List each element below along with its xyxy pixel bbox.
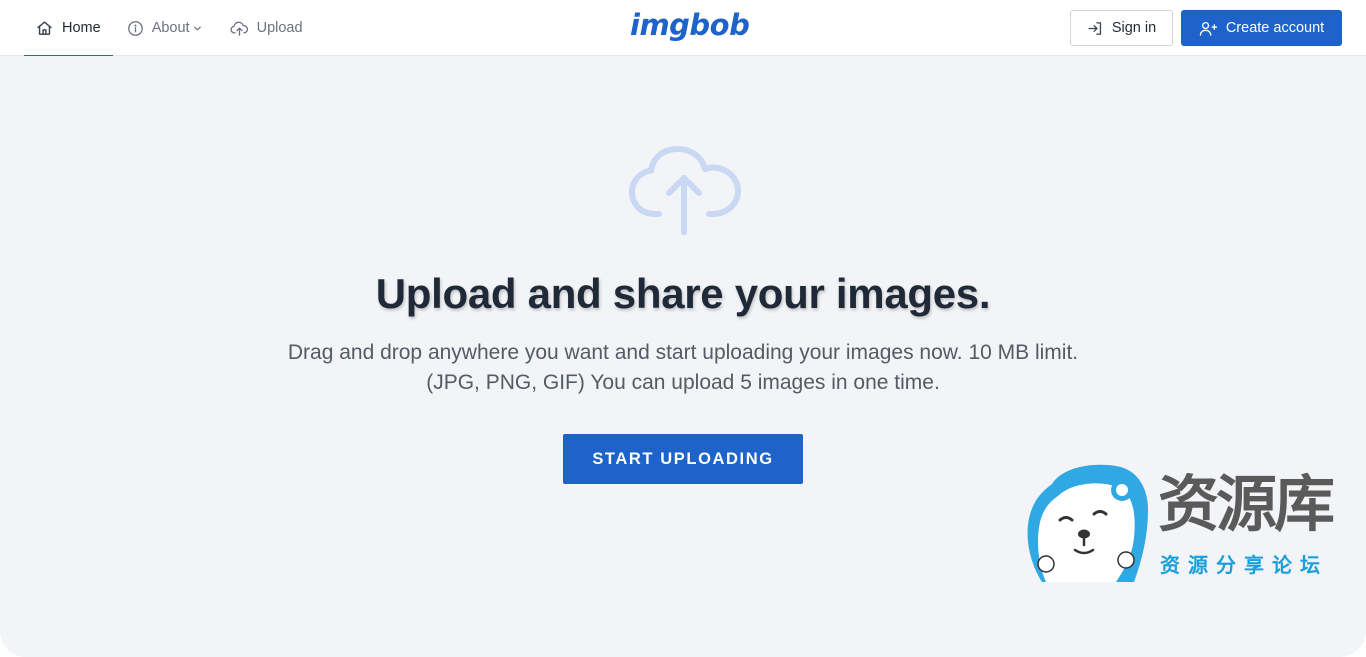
nav-home-label: Home — [62, 20, 101, 36]
nav-upload[interactable]: Upload — [214, 0, 315, 56]
info-icon — [127, 20, 144, 37]
nav-home[interactable]: Home — [24, 0, 113, 57]
user-plus-icon — [1199, 20, 1218, 37]
create-account-button[interactable]: Create account — [1181, 10, 1342, 46]
site-logo[interactable]: imgbob — [630, 8, 750, 42]
main-nav: Home About Upload — [24, 0, 315, 57]
sign-in-icon — [1087, 20, 1104, 37]
bear-mascot-logo — [1024, 464, 1152, 589]
cloud-upload-icon — [230, 20, 249, 37]
home-icon — [36, 20, 53, 37]
upload-description-line-1: Drag and drop anywhere you want and star… — [287, 341, 1079, 364]
top-navbar: Home About Upload imgbob Sign in Create … — [0, 0, 1366, 57]
page-title: Upload and share your images. — [375, 270, 991, 317]
start-uploading-button[interactable]: START UPLOADING — [563, 434, 803, 484]
watermark-subtitle: 资源分享论坛 — [1160, 553, 1328, 577]
sign-in-button[interactable]: Sign in — [1070, 10, 1173, 46]
cloud-upload-icon — [627, 146, 741, 243]
sign-in-label: Sign in — [1111, 20, 1157, 36]
nav-upload-label: Upload — [256, 20, 303, 36]
upload-description-line-2: (JPG, PNG, GIF) You can upload 5 images … — [426, 371, 940, 394]
nav-about-label: About — [151, 20, 190, 36]
chevron-down-icon — [193, 24, 202, 33]
create-account-label: Create account — [1225, 20, 1325, 36]
watermark-title: 资源库 — [1158, 469, 1335, 540]
nav-about-dropdown[interactable]: About — [113, 0, 214, 56]
